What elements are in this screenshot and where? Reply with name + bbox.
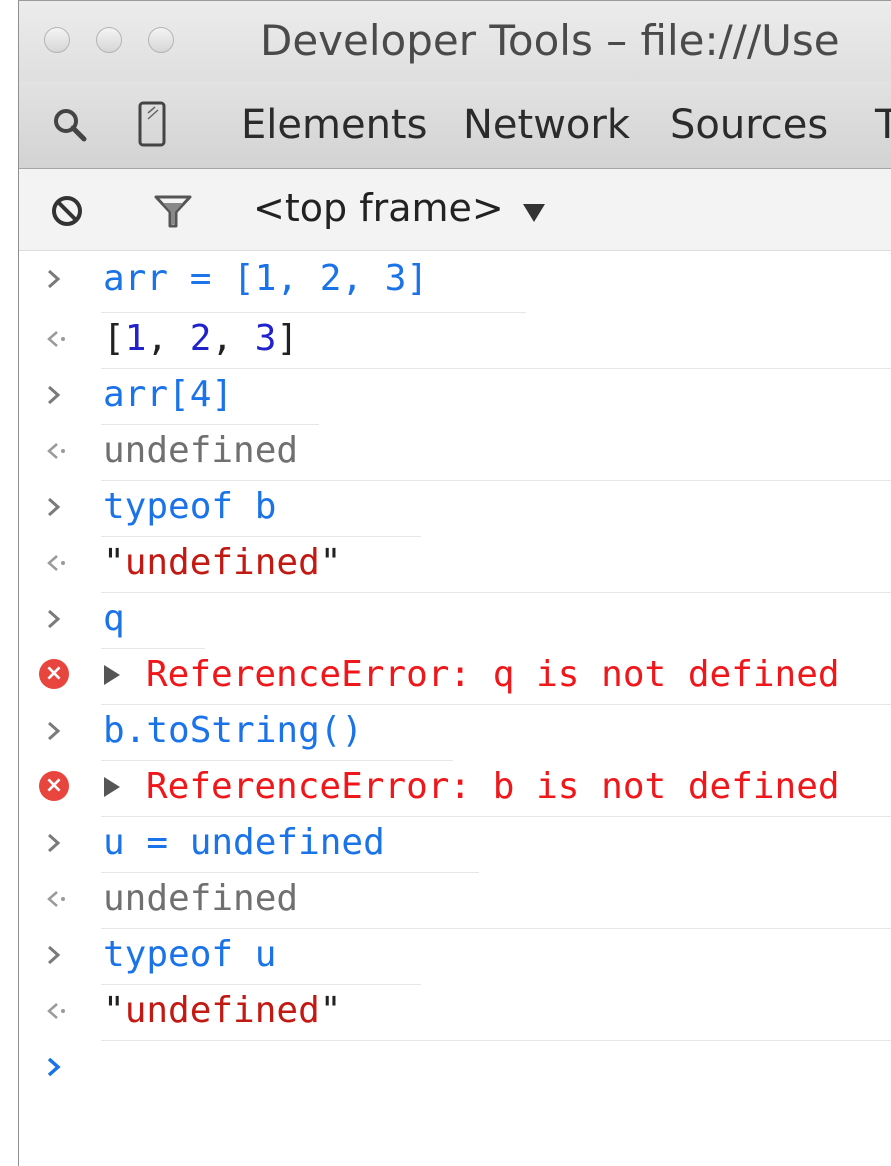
result-arrow-icon — [47, 443, 65, 459]
console-result-row: undefined — [19, 871, 891, 927]
result-arrow-icon — [47, 891, 65, 907]
console-result-row: [1, 2, 3] — [19, 311, 891, 367]
console-input-text: typeof b — [103, 486, 277, 527]
main-toolbar: Elements Network Sources T — [19, 81, 891, 169]
result-arrow-icon — [47, 1003, 65, 1019]
console-input-text: arr = [1, 2, 3] — [103, 258, 429, 299]
result-arrow-icon — [47, 555, 65, 571]
devtools-window: Developer Tools – file:///Use Elements N… — [0, 0, 891, 1166]
input-prompt-icon — [48, 833, 61, 853]
console-input-row: arr = [1, 2, 3] — [19, 251, 891, 307]
frame-selector[interactable]: <top frame> — [253, 181, 504, 235]
console-input-text: b.toString() — [103, 710, 364, 751]
console-result-text: "undefined" — [103, 542, 342, 583]
console-result-row: "undefined" — [19, 535, 891, 591]
search-icon[interactable] — [51, 106, 91, 146]
minimize-window-button[interactable] — [96, 27, 122, 53]
console-prompt-row[interactable] — [19, 1039, 891, 1095]
input-prompt-icon — [48, 945, 61, 965]
console-input-text: u = undefined — [103, 822, 385, 863]
console-error-text: ReferenceError: b is not defined — [146, 766, 840, 807]
console-result-row: undefined — [19, 423, 891, 479]
tab-timeline[interactable]: T — [875, 97, 891, 153]
console-error-row: × ReferenceError: b is not defined — [19, 759, 891, 815]
frame-dropdown-arrow[interactable] — [523, 204, 545, 222]
input-prompt-icon — [48, 721, 61, 741]
console-input-row: b.toString() — [19, 703, 891, 759]
expand-triangle-icon[interactable] — [104, 665, 120, 685]
window-border — [18, 0, 19, 1166]
error-icon: × — [39, 659, 69, 689]
console-input-row: q — [19, 591, 891, 647]
input-prompt-icon — [48, 269, 61, 289]
input-prompt-icon — [48, 497, 61, 517]
filter-icon[interactable] — [153, 193, 193, 229]
tab-network[interactable]: Network — [463, 97, 630, 153]
console-input-row: u = undefined — [19, 815, 891, 871]
window-border — [18, 0, 891, 1]
console-result-text: undefined — [103, 878, 299, 919]
error-icon: × — [39, 771, 69, 801]
tab-elements[interactable]: Elements — [241, 97, 427, 153]
console-input-row: typeof b — [19, 479, 891, 535]
tab-sources[interactable]: Sources — [670, 97, 828, 153]
clear-console-icon[interactable] — [49, 193, 85, 229]
console-error-row: × ReferenceError: q is not defined — [19, 647, 891, 703]
expand-triangle-icon[interactable] — [104, 777, 120, 797]
zoom-window-button[interactable] — [148, 27, 174, 53]
console-input-row: typeof u — [19, 927, 891, 983]
console-input-text: arr[4] — [103, 374, 234, 415]
console-error-text: ReferenceError: q is not defined — [146, 654, 840, 695]
device-mode-icon[interactable] — [137, 101, 169, 149]
console-toolbar: <top frame> — [19, 169, 891, 251]
result-arrow-icon — [47, 331, 65, 347]
close-window-button[interactable] — [44, 27, 70, 53]
console-result-text: [1, 2, 3] — [103, 318, 299, 359]
console-input-text: typeof u — [103, 934, 277, 975]
console-input-row: arr[4] — [19, 367, 891, 423]
console-result-row: "undefined" — [19, 983, 891, 1039]
console-result-text: undefined — [103, 430, 299, 471]
console-messages[interactable]: arr = [1, 2, 3] [1, 2, 3] arr[4] undefin… — [19, 251, 891, 1166]
console-input-text: q — [103, 598, 125, 639]
title-bar[interactable]: Developer Tools – file:///Use — [19, 1, 891, 81]
input-prompt-icon — [48, 609, 61, 629]
window-title: Developer Tools – file:///Use — [260, 16, 840, 65]
active-prompt-icon — [47, 1057, 61, 1077]
console-result-text: "undefined" — [103, 990, 342, 1031]
input-prompt-icon — [48, 385, 61, 405]
